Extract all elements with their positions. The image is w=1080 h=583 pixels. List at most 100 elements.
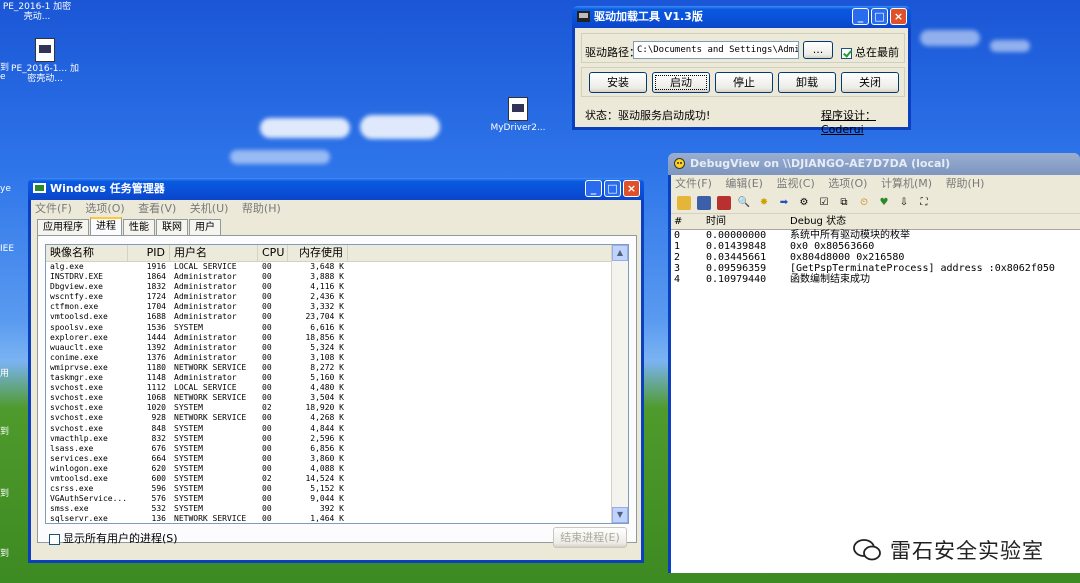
menu-view[interactable]: 查看(V) [138,202,176,215]
col-username[interactable]: 用户名 [170,245,258,261]
start-button[interactable]: 启动 [652,72,710,93]
forward-icon[interactable]: ➡ [777,196,791,210]
clear-icon[interactable] [717,196,731,210]
process-row[interactable]: csrss.exe 596 SYSTEM 00 5,152 K [46,484,628,494]
process-row[interactable]: sqlservr.exe 136 NETWORK SERVICE 00 1,464 K [46,514,628,523]
menu-computer[interactable]: 计算机(M) [881,177,932,190]
capture-icon[interactable]: ✸ [757,196,771,210]
col-debug-print[interactable]: Debug 状态 [784,215,1080,229]
filter-icon[interactable]: ☑ [817,196,831,210]
history-icon[interactable]: ⧉ [837,196,851,210]
debug-output-list: # 时间 Debug 状态 0 0.00000000 系统中所有驱动模块的枚举 1 0.… [671,215,1080,573]
process-row[interactable]: vmtoolsd.exe 600 SYSTEM 02 14,524 K [46,474,628,484]
col-pid[interactable]: PID [128,245,170,261]
process-row[interactable]: svchost.exe 1020 SYSTEM 02 18,920 K [46,403,628,413]
install-button[interactable]: 安装 [589,72,647,93]
stop-button[interactable]: 停止 [715,72,773,93]
close-button[interactable]: × [623,180,640,197]
capture-kernel-icon[interactable]: ⚙ [797,196,811,210]
tab-performance[interactable]: 性能 [123,219,155,236]
open-icon[interactable] [677,196,691,210]
process-cpu: 00 [262,272,272,282]
tab-networking[interactable]: 联网 [156,219,188,236]
menu-file[interactable]: 文件(F) [675,177,712,190]
col-time[interactable]: 时间 [700,215,784,229]
menu-capture[interactable]: 监视(C) [776,177,814,190]
menu-help[interactable]: 帮助(H) [242,202,281,215]
title-bar[interactable]: Windows 任务管理器 _ □ × [28,178,644,200]
debug-row[interactable]: 3 0.09596359 [GetPspTerminateProcess] addr… [671,263,1080,274]
process-row[interactable]: wuauclt.exe 1392 Administrator 00 5,324 K [46,343,628,353]
process-row[interactable]: VGAuthService... 576 SYSTEM 00 9,044 K [46,494,628,504]
process-row[interactable]: alg.exe 1916 LOCAL SERVICE 00 3,648 K [46,262,628,272]
process-row[interactable]: vmacthlp.exe 832 SYSTEM 00 2,596 K [46,434,628,444]
tab-applications[interactable]: 应用程序 [37,219,89,236]
desktop-icon-pe[interactable]: PE_2016-1 加密壳动... [2,2,72,22]
debug-row[interactable]: 1 0.01439848 0x0 0x80563660 [671,241,1080,252]
process-row[interactable]: INSTDRV.EXE 1864 Administrator 00 3,888 K [46,272,628,282]
desktop-icon-pe-2[interactable]: PE_2016-1... 加密壳动... [10,38,80,84]
process-row[interactable]: winlogon.exe 620 SYSTEM 00 4,088 K [46,464,628,474]
browse-button[interactable]: ... [803,41,833,59]
process-user: Administrator [174,332,237,342]
uninstall-button[interactable]: 卸载 [778,72,836,93]
menu-edit[interactable]: 编辑(E) [725,177,763,190]
clock-icon[interactable]: ⏲ [857,196,871,210]
process-row[interactable]: wscntfy.exe 1724 Administrator 00 2,436 K [46,292,628,302]
process-row[interactable]: lsass.exe 676 SYSTEM 00 6,856 K [46,444,628,454]
menu-options[interactable]: 选项(O) [85,202,124,215]
process-row[interactable]: smss.exe 532 SYSTEM 00 392 K [46,504,628,514]
process-memory: 392 K [319,504,344,514]
process-row[interactable]: conime.exe 1376 Administrator 00 3,108 K [46,353,628,363]
toolbar: 🔍 ✸ ➡ ⚙ ☑ ⧉ ⏲ ♥ ⇩ ⛶ [671,193,1080,214]
minimize-button[interactable]: _ [852,8,869,25]
find-icon[interactable]: 🔍 [737,196,751,210]
path-input[interactable]: C:\Documents and Settings\Administ [633,41,799,59]
show-all-processes-checkbox[interactable]: 显示所有用户的进程(S) [49,530,178,546]
title-bar[interactable]: 驱动加载工具 V1.3版 _ □ × [572,6,911,28]
process-row[interactable]: taskmgr.exe 1148 Administrator 00 5,160 K [46,373,628,383]
process-row[interactable]: svchost.exe 928 NETWORK SERVICE 00 4,268 K [46,413,628,423]
close-button[interactable]: × [890,8,907,25]
menu-file[interactable]: 文件(F) [35,202,72,215]
title-bar[interactable]: DebugView on \\DJIANGO-AE7D7DA (local) [668,153,1080,175]
save-icon[interactable] [697,196,711,210]
process-row[interactable]: vmtoolsd.exe 1688 Administrator 00 23,704 K [46,312,628,322]
end-process-button[interactable]: 结束进程(E) [553,527,627,548]
menu-help[interactable]: 帮助(H) [946,177,985,190]
binoculars-icon[interactable]: ⛶ [917,196,931,210]
debug-row[interactable]: 4 0.10979440 函数编制结束成功 [671,274,1080,285]
topmost-checkbox[interactable]: 总在最前 [841,44,899,60]
scroll-up-button[interactable]: ▲ [612,245,628,261]
tab-processes[interactable]: 进程 [90,217,122,237]
debug-row[interactable]: 0 0.00000000 系统中所有驱动模块的枚举 [671,230,1080,241]
process-row[interactable]: ctfmon.exe 1704 Administrator 00 3,332 K [46,302,628,312]
col-memory[interactable]: 内存使用 [288,245,348,261]
process-row[interactable]: explorer.exe 1444 Administrator 00 18,856 K [46,333,628,343]
col-cpu[interactable]: CPU [258,245,288,261]
process-scrollbar[interactable]: ▲ ▼ [611,245,628,523]
menu-options[interactable]: 选项(O) [828,177,867,190]
minimize-button[interactable]: _ [585,180,602,197]
autoscroll-icon[interactable]: ⇩ [897,196,911,210]
exit-button[interactable]: 关闭 [841,72,899,93]
process-row[interactable]: services.exe 664 SYSTEM 00 3,860 K [46,454,628,464]
process-row[interactable]: spoolsv.exe 1536 SYSTEM 00 6,616 K [46,323,628,333]
process-row[interactable]: svchost.exe 848 SYSTEM 00 4,844 K [46,424,628,434]
col-index[interactable]: # [671,215,700,229]
desktop-icon-mydriver[interactable]: MyDriver2... [483,97,553,133]
process-memory: 8,272 K [310,362,344,372]
process-row[interactable]: Dbgview.exe 1832 Administrator 00 4,116 K [46,282,628,292]
col-image-name[interactable]: 映像名称 [46,245,128,261]
process-row[interactable]: svchost.exe 1112 LOCAL SERVICE 00 4,480 K [46,383,628,393]
scroll-down-button[interactable]: ▼ [612,507,628,523]
maximize-button[interactable]: □ [604,180,621,197]
debug-row[interactable]: 2 0.03445661 0x804d8000 0x216580 [671,252,1080,263]
tab-users[interactable]: 用户 [189,219,221,236]
process-memory: 5,160 K [310,373,344,383]
process-row[interactable]: svchost.exe 1068 NETWORK SERVICE 00 3,504 K [46,393,628,403]
process-row[interactable]: wmiprvse.exe 1180 NETWORK SERVICE 00 8,272 K [46,363,628,373]
highlight-icon[interactable]: ♥ [877,196,891,210]
menu-shutdown[interactable]: 关机(U) [190,202,229,215]
maximize-button[interactable]: □ [871,8,888,25]
